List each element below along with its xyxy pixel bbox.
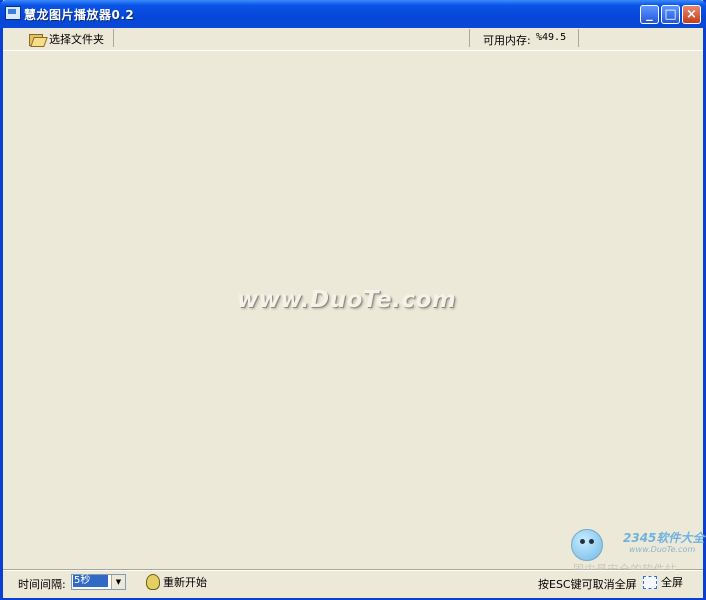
interval-value: 5秒 <box>73 575 108 587</box>
site-logo: 2345软件大全 www.DuoTe.com 国内最安全的软件站 <box>569 525 705 576</box>
folder-path-field <box>113 29 470 47</box>
status-bar: 时间间隔: 5秒 ▼ 重新开始 按ESC键可取消全屏 全屏 <box>3 570 703 598</box>
interval-select[interactable]: 5秒 ▼ <box>71 574 126 590</box>
fullscreen-label: 全屏 <box>661 576 683 589</box>
select-folder-label: 选择文件夹 <box>49 33 104 46</box>
image-display-area[interactable]: www.DuoTe.com 2345软件大全 www.DuoTe.com 国内最… <box>3 51 705 576</box>
window-title: 慧龙图片播放器0.2 <box>24 8 135 22</box>
minimize-button[interactable]: _ <box>640 5 659 24</box>
folder-open-icon <box>29 33 48 47</box>
maximize-button[interactable]: □ <box>661 5 680 24</box>
select-folder-button[interactable]: 选择文件夹 <box>23 30 110 48</box>
close-button[interactable]: × <box>682 5 701 24</box>
logo-brand: 2345软件大全 <box>623 531 705 545</box>
esc-hint: 按ESC键可取消全屏 <box>538 578 637 591</box>
restart-button[interactable]: 重新开始 <box>146 574 207 590</box>
app-window: 慧龙图片播放器0.2 _ □ × 选择文件夹 可用内存: %49.5 www.D… <box>0 0 706 600</box>
fullscreen-icon <box>643 575 657 589</box>
memory-label: 可用内存: <box>483 34 531 47</box>
toolbar: 选择文件夹 可用内存: %49.5 <box>3 28 703 51</box>
fullscreen-button[interactable]: 全屏 <box>643 574 683 590</box>
toolbar-divider <box>578 29 579 47</box>
memory-value: %49.5 <box>536 32 567 43</box>
interval-label: 时间间隔: <box>18 578 66 591</box>
logo-url: www.DuoTe.com <box>629 545 696 554</box>
chevron-down-icon[interactable]: ▼ <box>111 575 125 589</box>
watermark: www.DuoTe.com <box>237 287 457 313</box>
restart-label: 重新开始 <box>163 576 207 589</box>
mascot-icon <box>571 529 603 561</box>
restart-icon <box>146 574 160 590</box>
app-icon[interactable] <box>5 6 21 20</box>
title-bar[interactable]: 慧龙图片播放器0.2 _ □ × <box>0 0 706 28</box>
